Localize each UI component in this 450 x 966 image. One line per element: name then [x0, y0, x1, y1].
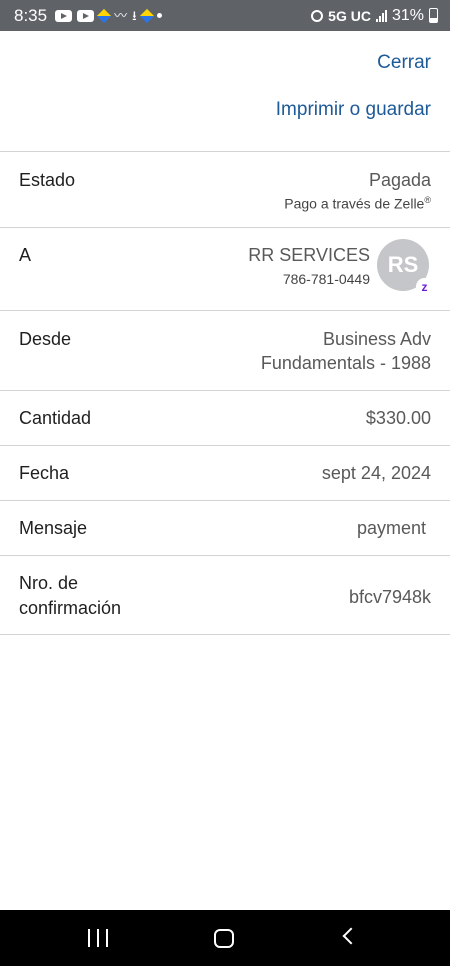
estado-subtitle: Pago a través de Zelle® [284, 195, 431, 212]
confirmacion-label-line-2: confirmación [19, 598, 122, 618]
home-button[interactable] [214, 929, 234, 948]
status-bar: 8:35 〰 ⭳ 5G UC 31% [0, 0, 450, 31]
cantidad-value: $330.00 [365, 408, 431, 428]
estado-value: Pagada [368, 170, 431, 190]
status-bar-right: 5G UC 31% [311, 7, 438, 25]
signal-strength-icon [375, 9, 387, 22]
more-notifications-icon [156, 13, 162, 18]
confirmacion-value: bfcv7948k [348, 587, 431, 607]
back-button[interactable] [342, 927, 360, 945]
download-icon: ⭳ [132, 8, 137, 23]
detail-row-cantidad: Cantidad $330.00 [0, 390, 450, 445]
app-notification-icon-2 [139, 8, 154, 23]
detail-row-estado: Estado Pagada Pago a través de Zelle® [0, 151, 450, 227]
status-bar-left: 8:35 〰 ⭳ [14, 6, 162, 26]
payment-details: Estado Pagada Pago a través de Zelle® A … [0, 151, 450, 635]
mensaje-value: payment [356, 518, 426, 538]
confirmacion-label-line-1: Nro. de [19, 573, 79, 593]
recent-apps-button[interactable] [88, 929, 108, 947]
print-or-save-button[interactable]: Imprimir o guardar [276, 99, 431, 121]
network-type: 5G UC [328, 7, 371, 24]
detail-row-mensaje: Mensaje payment [0, 500, 450, 555]
app-notification-icon [97, 8, 112, 23]
detail-row-desde: Desde Business Adv Fundamentals - 1988 [0, 310, 450, 390]
estado-label: Estado [19, 170, 76, 190]
detail-row-fecha: Fecha sept 24, 2024 [0, 445, 450, 500]
status-time: 8:35 [14, 5, 48, 25]
fecha-label: Fecha [19, 463, 70, 483]
navigation-bar [0, 910, 450, 966]
recipient-name: RR SERVICES [248, 245, 370, 265]
a-label: A [19, 245, 32, 265]
detail-row-confirmacion: Nro. de confirmación bfcv7948k [0, 555, 450, 635]
alarm-icon [311, 9, 324, 22]
estado-subtitle-text: Pago a través de Zelle [284, 195, 425, 212]
youtube-icon [55, 9, 73, 22]
battery-level: 31% [391, 6, 424, 24]
desde-line-2: Fundamentals - 1988 [260, 353, 431, 373]
detail-row-a: A RR SERVICES 786-781-0449 RS z [0, 227, 450, 310]
desde-label: Desde [19, 329, 72, 349]
close-button[interactable]: Cerrar [377, 52, 431, 74]
recipient-phone: 786-781-0449 [282, 271, 370, 287]
signal-notification-icon: 〰 [114, 8, 128, 23]
zelle-icon: z [416, 278, 433, 295]
mensaje-label: Mensaje [19, 518, 88, 538]
fecha-value: sept 24, 2024 [321, 463, 431, 483]
battery-icon [429, 8, 438, 23]
registered-mark: ® [424, 195, 431, 205]
youtube-icon-2 [77, 9, 95, 22]
desde-line-1: Business Adv [322, 329, 431, 349]
cantidad-label: Cantidad [19, 408, 92, 428]
